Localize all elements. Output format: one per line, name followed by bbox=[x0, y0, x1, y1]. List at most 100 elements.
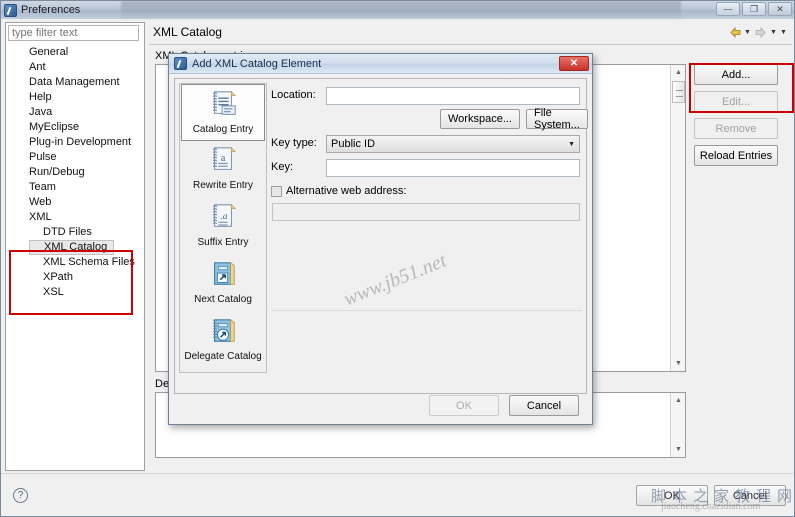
type-option-rewrite-entry[interactable]: a Rewrite Entry bbox=[180, 141, 266, 198]
sidebar-item-xml-catalog[interactable]: XML Catalog bbox=[29, 240, 115, 255]
question-mark-icon[interactable]: ? bbox=[13, 488, 28, 503]
type-option-suffix-entry[interactable]: .a Suffix Entry bbox=[180, 198, 266, 255]
location-input[interactable] bbox=[326, 87, 580, 105]
forward-dropdown-icon[interactable]: ▼ bbox=[769, 25, 778, 39]
sidebar-item-label: Java bbox=[29, 106, 53, 118]
sidebar-item-web[interactable]: Web bbox=[7, 195, 144, 210]
scroll-up-icon[interactable]: ▲ bbox=[671, 65, 686, 80]
header-divider bbox=[149, 44, 792, 45]
sidebar-item-java[interactable]: Java bbox=[7, 105, 144, 120]
back-dropdown-icon[interactable]: ▼ bbox=[743, 25, 752, 39]
sidebar-item-label: XSL bbox=[43, 286, 64, 298]
close-icon[interactable]: ✕ bbox=[768, 2, 792, 16]
sidebar-item-dtd-files[interactable]: DTD Files bbox=[7, 225, 144, 240]
catalog-element-type-list[interactable]: Catalog Entry a Rewrite Entry .a Suffix Entr… bbox=[179, 83, 267, 373]
sidebar-item-data-management[interactable]: Data Management bbox=[7, 75, 144, 90]
preferences-tree-panel: General Ant Data Management Help Java MyEclip… bbox=[5, 22, 145, 471]
dialog-close-icon[interactable]: ✕ bbox=[559, 56, 589, 71]
scrollbar-thumb[interactable] bbox=[672, 81, 685, 103]
edit-button: Edit... bbox=[694, 91, 778, 112]
key-label: Key: bbox=[271, 161, 294, 173]
page-header: XML Catalog ▼ ▼ ▼ bbox=[149, 22, 792, 46]
workspace-button[interactable]: Workspace... bbox=[440, 109, 520, 129]
alternative-web-address-input[interactable] bbox=[272, 203, 580, 221]
sidebar-item-label: Pulse bbox=[29, 151, 57, 163]
type-option-label: Catalog Entry bbox=[192, 124, 254, 135]
suffix-entry-icon: .a bbox=[208, 202, 238, 235]
type-option-label: Next Catalog bbox=[194, 294, 252, 305]
type-option-next-catalog[interactable]: Next Catalog bbox=[180, 255, 266, 312]
sidebar-item-help[interactable]: Help bbox=[7, 90, 144, 105]
alternative-web-address-label: Alternative web address: bbox=[286, 185, 407, 197]
sidebar-item-label: Plug-in Development bbox=[29, 136, 132, 148]
sidebar-item-xsl[interactable]: XSL bbox=[7, 285, 144, 300]
details-scroll-up-icon[interactable]: ▲ bbox=[671, 393, 686, 408]
remove-button: Remove bbox=[694, 118, 778, 139]
type-option-label: Suffix Entry bbox=[197, 237, 249, 248]
bottom-button-group: OK Cancel bbox=[636, 485, 786, 506]
dialog-ok-button[interactable]: OK bbox=[429, 395, 499, 416]
sidebar-item-xpath[interactable]: XPath bbox=[7, 270, 144, 285]
key-input[interactable] bbox=[326, 159, 580, 177]
sidebar-item-ant[interactable]: Ant bbox=[7, 60, 144, 75]
entries-action-buttons: Add... Edit... Remove Reload Entries bbox=[694, 64, 786, 172]
reload-entries-button[interactable]: Reload Entries bbox=[694, 145, 778, 166]
add-xml-catalog-element-dialog: Add XML Catalog Element ✕ Catalog Entry a… bbox=[168, 53, 593, 425]
minimize-icon[interactable]: — bbox=[716, 2, 740, 16]
rewrite-entry-icon: a bbox=[208, 145, 238, 178]
titlebar-background-artifact bbox=[121, 1, 681, 19]
filesystem-button[interactable]: File System... bbox=[526, 107, 588, 131]
sidebar-item-label: Help bbox=[29, 91, 52, 103]
preferences-tree[interactable]: General Ant Data Management Help Java MyEclip… bbox=[7, 45, 144, 469]
type-option-catalog-entry[interactable]: Catalog Entry bbox=[181, 84, 265, 141]
sidebar-item-label: Team bbox=[29, 181, 56, 193]
alternative-web-address-checkbox[interactable] bbox=[271, 185, 282, 197]
sidebar-item-xml[interactable]: XML bbox=[7, 210, 144, 225]
maximize-icon[interactable]: ❐ bbox=[742, 2, 766, 16]
cancel-button[interactable]: Cancel bbox=[714, 485, 786, 506]
sidebar-item-run-debug[interactable]: Run/Debug bbox=[7, 165, 144, 180]
dialog-titlebar: Add XML Catalog Element ✕ bbox=[169, 54, 592, 74]
preferences-window: Preferences — ❐ ✕ General Ant Data Managem… bbox=[0, 0, 795, 517]
sidebar-item-label: XPath bbox=[43, 271, 73, 283]
sidebar-item-label: Run/Debug bbox=[29, 166, 85, 178]
page-title: XML Catalog bbox=[153, 25, 222, 39]
sidebar-item-team[interactable]: Team bbox=[7, 180, 144, 195]
sidebar-item-xml-schema-files[interactable]: XML Schema Files bbox=[7, 255, 144, 270]
keytype-value: Public ID bbox=[331, 138, 376, 150]
forward-arrow-icon[interactable] bbox=[753, 25, 768, 39]
sidebar-item-label: General bbox=[29, 46, 69, 58]
type-option-label: Delegate Catalog bbox=[184, 351, 262, 362]
back-arrow-icon[interactable] bbox=[727, 25, 742, 39]
dialog-cancel-button[interactable]: Cancel bbox=[509, 395, 579, 416]
view-menu-icon[interactable]: ▼ bbox=[779, 25, 788, 39]
sidebar-item-label: Ant bbox=[29, 61, 46, 73]
sidebar-item-general[interactable]: General bbox=[7, 45, 144, 60]
sidebar-item-myeclipse[interactable]: MyEclipse bbox=[7, 120, 144, 135]
scroll-down-icon[interactable]: ▼ bbox=[671, 356, 686, 371]
keytype-label: Key type: bbox=[271, 137, 317, 149]
filter-input[interactable] bbox=[8, 25, 139, 41]
dialog-bottom-bar: ? OK Cancel bbox=[1, 473, 794, 516]
delegate-catalog-icon bbox=[208, 316, 238, 349]
dialog-divider bbox=[271, 310, 582, 311]
location-label: Location: bbox=[271, 89, 316, 101]
page-navigation-tools: ▼ ▼ ▼ bbox=[727, 25, 788, 39]
window-title: Preferences bbox=[21, 4, 81, 16]
sidebar-item-label: Web bbox=[29, 196, 52, 208]
eclipse-icon bbox=[4, 3, 17, 17]
details-scrollbar[interactable]: ▲ ▼ bbox=[670, 393, 685, 457]
catalog-entry-form: Location: Workspace... File System... Ke… bbox=[271, 83, 588, 373]
svg-text:a: a bbox=[221, 153, 226, 164]
sidebar-item-plug-in-development[interactable]: Plug-in Development bbox=[7, 135, 144, 150]
next-catalog-icon bbox=[208, 259, 238, 292]
add-button[interactable]: Add... bbox=[694, 64, 778, 85]
sidebar-item-pulse[interactable]: Pulse bbox=[7, 150, 144, 165]
details-scroll-down-icon[interactable]: ▼ bbox=[671, 442, 686, 457]
type-option-delegate-catalog[interactable]: Delegate Catalog bbox=[180, 312, 266, 369]
ok-button[interactable]: OK bbox=[636, 485, 708, 506]
entries-scrollbar[interactable]: ▲ ▼ bbox=[670, 65, 685, 371]
keytype-select[interactable]: Public ID ▼ bbox=[326, 135, 580, 153]
dialog-body: Catalog Entry a Rewrite Entry .a Suffix Entr… bbox=[174, 78, 588, 394]
dialog-footer-buttons: OK Cancel bbox=[429, 395, 579, 416]
